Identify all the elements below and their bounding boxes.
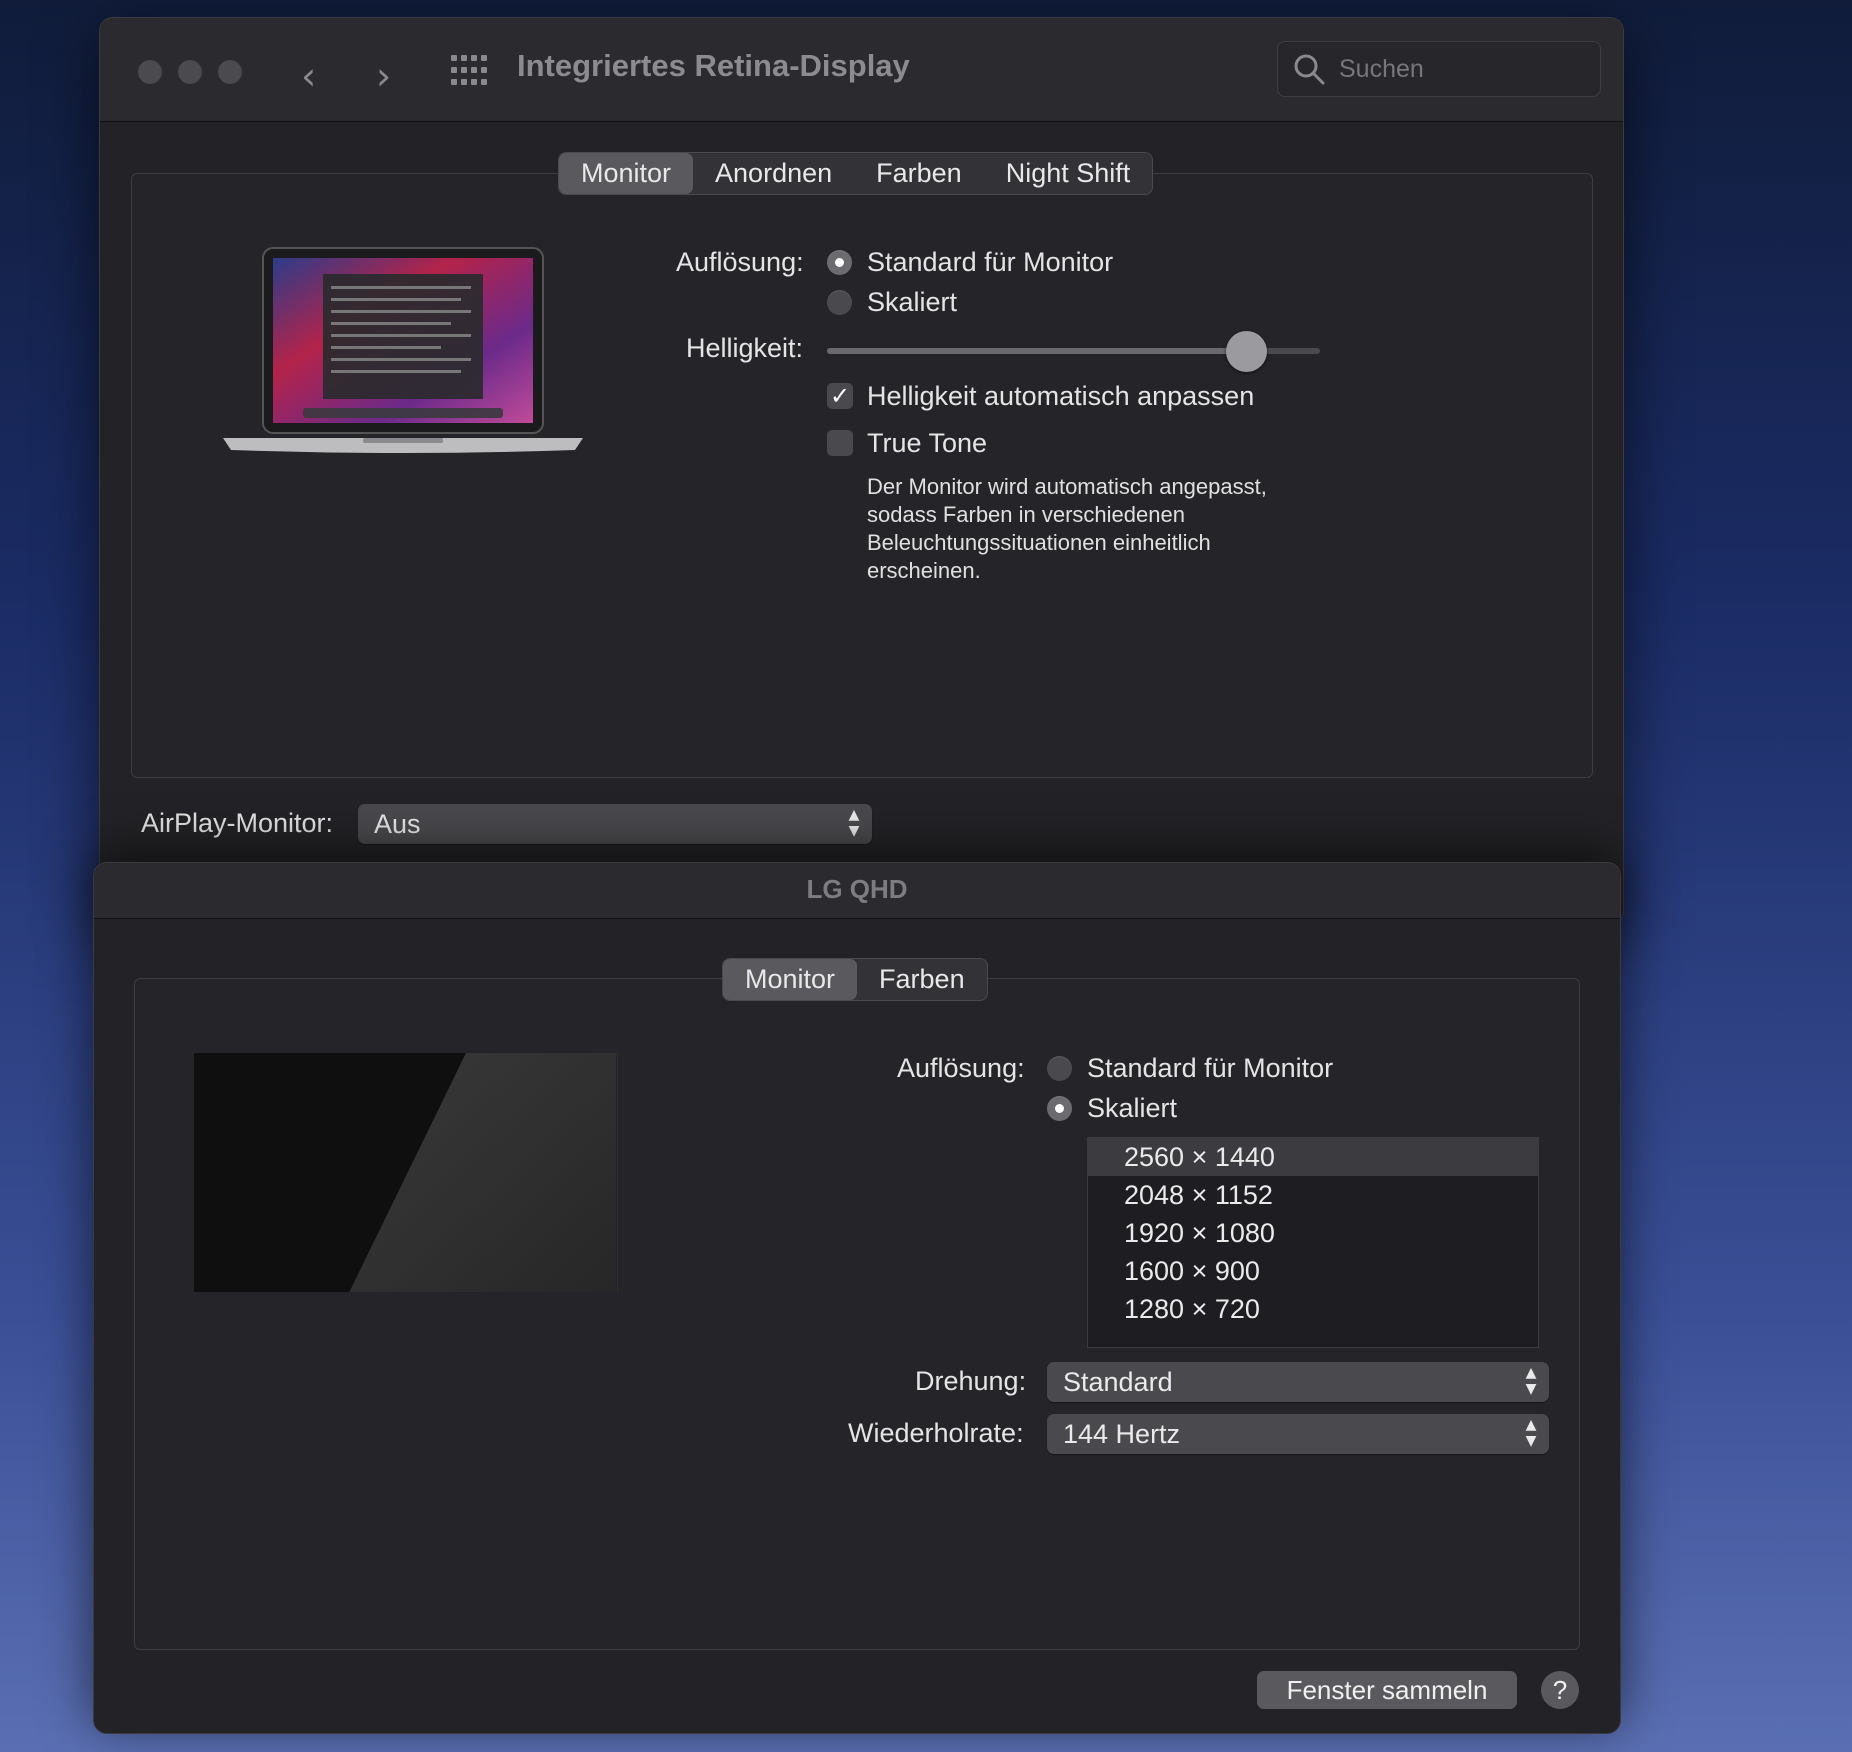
- tab-night-shift[interactable]: Night Shift: [984, 153, 1153, 194]
- forward-arrow-icon[interactable]: ›: [376, 54, 391, 98]
- resolution-scaled-label[interactable]: Skaliert: [1087, 1093, 1177, 1124]
- true-tone-checkbox[interactable]: [827, 430, 853, 456]
- search-placeholder: Suchen: [1339, 55, 1424, 83]
- resolution-scaled-radio[interactable]: [1047, 1096, 1072, 1121]
- lg-display-window: LG QHD Monitor Farben Auflösung: Standar…: [93, 862, 1621, 1734]
- resolution-default-radio[interactable]: [827, 250, 852, 275]
- resolution-label: Auflösung:: [676, 247, 804, 277]
- airplay-label: AirPlay-Monitor:: [141, 808, 334, 838]
- auto-brightness-checkbox[interactable]: ✓: [827, 383, 853, 409]
- zoom-window-button[interactable]: [218, 60, 242, 84]
- airplay-popup[interactable]: Aus ▲ ▼: [358, 804, 872, 844]
- chevron-up-down-icon: ▲ ▼: [1525, 1417, 1537, 1449]
- airplay-value: Aus: [374, 809, 421, 839]
- search-field[interactable]: Suchen: [1277, 41, 1601, 97]
- rotation-value: Standard: [1063, 1367, 1173, 1397]
- auto-brightness-label[interactable]: Helligkeit automatisch anpassen: [867, 381, 1254, 412]
- brightness-label: Helligkeit:: [686, 333, 804, 363]
- rotation-popup[interactable]: Standard ▲ ▼: [1047, 1362, 1549, 1402]
- tab-farben[interactable]: Farben: [857, 959, 987, 1000]
- resolution-option[interactable]: 1600 × 900: [1088, 1252, 1538, 1290]
- resolution-option[interactable]: 1920 × 1080: [1088, 1214, 1538, 1252]
- resolution-label: Auflösung:: [897, 1053, 1025, 1083]
- tab-monitor[interactable]: Monitor: [723, 959, 858, 1000]
- brightness-slider-fill: [827, 348, 1247, 354]
- gather-windows-button[interactable]: Fenster sammeln: [1257, 1671, 1517, 1709]
- resolution-option[interactable]: 2048 × 1152: [1088, 1176, 1538, 1214]
- resolution-default-label[interactable]: Standard für Monitor: [867, 247, 1113, 278]
- chevron-up-down-icon: ▲ ▼: [1525, 1365, 1537, 1397]
- true-tone-description: Der Monitor wird automatisch angepasst, …: [867, 473, 1267, 585]
- resolution-default-label[interactable]: Standard für Monitor: [1087, 1053, 1333, 1084]
- resolution-option[interactable]: 1280 × 720: [1088, 1290, 1538, 1328]
- refresh-rate-popup[interactable]: 144 Hertz ▲ ▼: [1047, 1414, 1549, 1454]
- titlebar: ‹ › Integriertes Retina-Display Suchen: [100, 18, 1623, 122]
- resolution-default-radio[interactable]: [1047, 1056, 1072, 1081]
- window-title: Integriertes Retina-Display: [517, 48, 910, 83]
- refresh-rate-value: 144 Hertz: [1063, 1419, 1181, 1449]
- tab-anordnen[interactable]: Anordnen: [693, 153, 854, 194]
- external-monitor-illustration: [193, 1052, 618, 1292]
- scaled-resolution-list[interactable]: 2560 × 1440 2048 × 1152 1920 × 1080 1600…: [1087, 1137, 1539, 1348]
- back-arrow-icon[interactable]: ‹: [301, 54, 316, 98]
- display-prefs-window: ‹ › Integriertes Retina-Display Suchen M…: [99, 17, 1624, 924]
- resolution-scaled-label[interactable]: Skaliert: [867, 287, 957, 318]
- titlebar: LG QHD: [94, 863, 1620, 919]
- show-all-grid-icon[interactable]: [451, 55, 489, 87]
- close-window-button[interactable]: [138, 60, 162, 84]
- description-line: erscheinen.: [867, 558, 981, 583]
- rotation-label: Drehung:: [915, 1366, 1027, 1396]
- description-line: Beleuchtungssituationen einheitlich: [867, 530, 1211, 555]
- description-line: sodass Farben in verschiedenen: [867, 502, 1185, 527]
- chevron-up-down-icon: ▲ ▼: [848, 807, 860, 839]
- true-tone-label[interactable]: True Tone: [867, 428, 987, 459]
- refresh-rate-label: Wiederholrate:: [848, 1418, 1024, 1448]
- macbook-illustration: [223, 247, 583, 453]
- resolution-option[interactable]: 2560 × 1440: [1088, 1138, 1538, 1176]
- brightness-slider-knob[interactable]: [1225, 331, 1267, 372]
- description-line: Der Monitor wird automatisch angepasst,: [867, 474, 1267, 499]
- tab-bar: Monitor Farben: [722, 958, 988, 1001]
- search-icon: [1294, 54, 1325, 85]
- help-button[interactable]: ?: [1541, 1671, 1579, 1709]
- tab-bar: Monitor Anordnen Farben Night Shift: [558, 152, 1154, 195]
- minimize-window-button[interactable]: [178, 60, 202, 84]
- resolution-scaled-radio[interactable]: [827, 290, 852, 315]
- window-title: LG QHD: [806, 874, 908, 904]
- tab-monitor[interactable]: Monitor: [559, 153, 694, 194]
- tab-farben[interactable]: Farben: [854, 153, 984, 194]
